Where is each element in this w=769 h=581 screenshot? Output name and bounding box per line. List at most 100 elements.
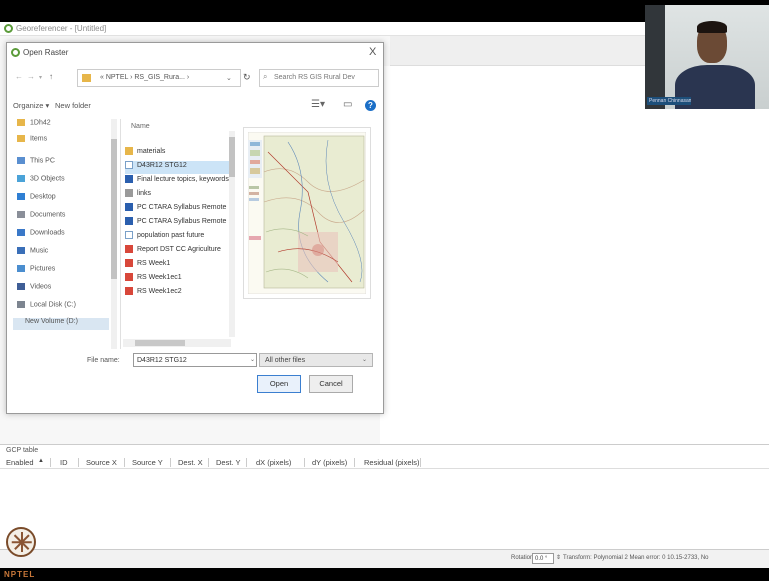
gcp-col-dy[interactable]: dY (pixels) <box>312 458 347 467</box>
file-name: Report DST CC Agriculture <box>137 245 221 253</box>
chevron-down-icon[interactable]: ⌄ <box>362 356 367 363</box>
file-list-scrollbar[interactable] <box>229 131 235 337</box>
nav-item-label: Music <box>30 247 49 255</box>
pdf-icon <box>125 259 133 267</box>
folder-icon <box>17 135 25 142</box>
folder-icon <box>82 74 91 82</box>
file-row[interactable]: materials <box>125 147 229 160</box>
search-input[interactable]: Search RS GIS Rural Dev <box>259 69 379 87</box>
rotation-input[interactable]: 0.0 ° <box>532 553 554 564</box>
recent-dropdown-icon[interactable]: ▾ <box>39 74 42 81</box>
nav-item-label: This PC <box>30 157 55 165</box>
refresh-icon[interactable]: ↻ <box>243 72 251 83</box>
file-name: RS Week1ec2 <box>137 287 182 295</box>
folder-icon <box>125 147 133 155</box>
nav-item-desktop[interactable]: Desktop <box>17 193 56 207</box>
nav-item-label: 3D Objects <box>30 175 65 183</box>
column-header-name[interactable]: Name <box>131 123 150 130</box>
breadcrumb[interactable]: « NPTEL › RS_GIS_Rura... › <box>100 74 189 81</box>
back-arrow-icon[interactable]: ← <box>15 72 23 81</box>
file-row[interactable]: PC CTARA Syllabus Remote <box>125 203 229 216</box>
file-name: Final lecture topics, keywords <box>137 175 229 183</box>
gcp-col-source-y[interactable]: Source Y <box>132 458 163 467</box>
column-divider <box>246 458 247 467</box>
scrollbar-thumb[interactable] <box>229 137 235 177</box>
nav-item-1dh42[interactable]: 1Dh42 <box>17 119 51 133</box>
new-folder-button[interactable]: New folder <box>55 101 91 110</box>
pdf-icon <box>125 287 133 295</box>
nav-item-local-disk[interactable]: Local Disk (C:) <box>17 301 76 315</box>
view-options-icon[interactable]: ☰▾ <box>311 99 325 110</box>
close-button[interactable]: X <box>369 46 376 58</box>
file-name: PC CTARA Syllabus Remote <box>137 203 227 211</box>
file-row[interactable]: RS Week1ec1 <box>125 273 229 286</box>
nav-item-label: Documents <box>30 211 66 219</box>
forward-arrow-icon[interactable]: → <box>27 72 35 81</box>
pdf-icon <box>125 245 133 253</box>
file-name-input[interactable]: D43R12 STG12 ⌄ <box>133 353 257 367</box>
drive-icon <box>17 301 25 308</box>
scrollbar-thumb[interactable] <box>111 139 117 279</box>
file-row[interactable]: Report DST CC Agriculture <box>125 245 229 258</box>
nav-item-label: Items <box>30 135 48 143</box>
open-button[interactable]: Open <box>257 375 301 393</box>
nav-item-videos[interactable]: Videos <box>17 283 51 297</box>
navigation-row: ← → ▾ ↑ « NPTEL › RS_GIS_Rura... › ⌄ ↻ S… <box>13 69 379 87</box>
file-row[interactable]: Final lecture topics, keywords <box>125 175 229 188</box>
gcp-col-dest-x[interactable]: Dest. X <box>178 458 203 467</box>
organize-button[interactable]: Organize ▾ <box>13 101 49 110</box>
nav-item-downloads[interactable]: Downloads <box>17 229 65 243</box>
file-name-label: File name: <box>87 357 120 364</box>
file-row[interactable]: D43R12 STG12 <box>125 161 229 174</box>
help-icon[interactable]: ? <box>365 100 376 111</box>
file-row[interactable]: RS Week1ec2 <box>125 287 229 300</box>
column-divider <box>304 458 305 467</box>
cancel-button[interactable]: Cancel <box>309 375 353 393</box>
gcp-col-enabled[interactable]: Enabled <box>6 458 34 467</box>
nav-item-3d-objects[interactable]: 3D Objects <box>17 175 65 189</box>
spinner-arrows-icon[interactable]: ⇕ <box>556 554 561 561</box>
file-list: Name materials D43R12 STG12 Final lectur… <box>123 119 237 349</box>
gcp-col-id[interactable]: ID <box>60 458 68 467</box>
nav-item-new-volume[interactable]: New Volume (D:) <box>13 318 109 330</box>
gcp-col-dest-y[interactable]: Dest. Y <box>216 458 240 467</box>
navigation-scrollbar[interactable] <box>111 119 117 349</box>
file-row[interactable]: links <box>125 189 229 202</box>
gcp-col-residual[interactable]: Residual (pixels) <box>364 458 419 467</box>
file-name: RS Week1ec1 <box>137 273 182 281</box>
column-divider <box>170 458 171 467</box>
column-divider <box>50 458 51 467</box>
file-row[interactable]: population past future <box>125 231 229 244</box>
horizontal-scrollbar[interactable] <box>123 339 231 347</box>
qgis-icon <box>4 24 13 33</box>
file-name-value: D43R12 STG12 <box>137 357 187 364</box>
dialog-title: Open Raster <box>23 48 69 57</box>
preview-pane-icon[interactable]: ▭ <box>343 99 352 110</box>
webcam-video: Pennan Chinnasamy <box>645 5 769 109</box>
nav-item-items[interactable]: Items <box>17 135 47 149</box>
address-bar[interactable]: « NPTEL › RS_GIS_Rura... › ⌄ <box>77 69 241 87</box>
file-type-select[interactable]: All other files ⌄ <box>259 353 373 367</box>
sort-up-icon: ▲ <box>38 458 44 464</box>
file-row[interactable]: RS Week1 <box>125 259 229 272</box>
raster-file-icon <box>125 231 133 239</box>
nptel-logo <box>6 527 36 557</box>
scrollbar-thumb[interactable] <box>135 340 185 346</box>
gcp-col-dx[interactable]: dX (pixels) <box>256 458 291 467</box>
file-row[interactable]: PC CTARA Syllabus Remote <box>125 217 229 230</box>
word-doc-icon <box>125 217 133 225</box>
nptel-wordmark: NPTEL <box>4 570 36 579</box>
presenter-hair <box>697 21 727 33</box>
up-arrow-icon[interactable]: ↑ <box>49 72 53 81</box>
nav-item-pictures[interactable]: Pictures <box>17 265 55 279</box>
nav-item-this-pc[interactable]: This PC <box>17 157 55 171</box>
webcam-shadow <box>645 5 665 109</box>
nav-item-label: Desktop <box>30 193 56 201</box>
map-canvas[interactable] <box>380 66 769 444</box>
nav-item-music[interactable]: Music <box>17 247 48 261</box>
downloads-icon <box>17 229 25 236</box>
chevron-down-icon[interactable]: ⌄ <box>226 74 232 82</box>
gcp-col-source-x[interactable]: Source X <box>86 458 117 467</box>
chevron-down-icon[interactable]: ⌄ <box>250 356 255 363</box>
nav-item-documents[interactable]: Documents <box>17 211 65 225</box>
